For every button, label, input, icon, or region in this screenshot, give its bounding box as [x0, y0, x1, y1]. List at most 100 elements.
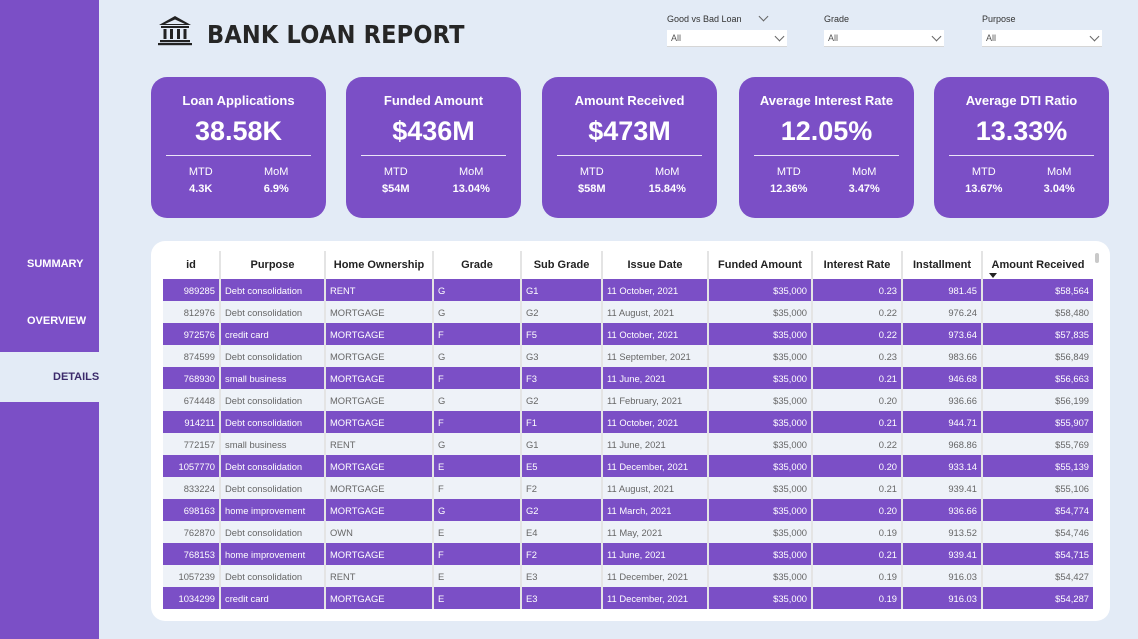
- cell-issue-date: 11 October, 2021: [603, 323, 709, 345]
- cell-amount-received: $56,849: [983, 345, 1093, 367]
- sidebar-item-summary[interactable]: SUMMARY: [0, 239, 99, 289]
- table-row[interactable]: 812976 Debt consolidation MORTGAGE G G2 11 Au…: [163, 301, 1093, 323]
- cell-id: 772157: [163, 433, 221, 455]
- column-header-label: Amount Received: [991, 259, 1085, 271]
- table-row[interactable]: 833224 Debt consolidation MORTGAGE F F2 11 Au…: [163, 477, 1093, 499]
- cell-interest-rate: 0.20: [813, 499, 903, 521]
- table-row[interactable]: 1057770 Debt consolidation MORTGAGE E E5 11 D…: [163, 455, 1093, 477]
- column-header-installment[interactable]: Installment: [903, 251, 983, 279]
- kpi-mom-value: 6.9%: [263, 183, 289, 195]
- column-header-interest-rate[interactable]: Interest Rate: [813, 251, 903, 279]
- cell-interest-rate: 0.22: [813, 301, 903, 323]
- cell-sub-grade: G1: [522, 279, 603, 301]
- grade-select[interactable]: All: [824, 30, 944, 47]
- cell-amount-received: $54,715: [983, 543, 1093, 565]
- cell-interest-rate: 0.20: [813, 455, 903, 477]
- column-header-amount-received[interactable]: Amount Received: [983, 251, 1093, 279]
- kpi-mtd-label: MTD: [971, 166, 996, 178]
- cell-installment: 976.24: [903, 301, 983, 323]
- filter-value: All: [828, 33, 839, 43]
- cell-purpose: Debt consolidation: [221, 455, 326, 477]
- table-row[interactable]: 914211 Debt consolidation MORTGAGE F F1 11 Oc…: [163, 411, 1093, 433]
- table-row[interactable]: 972576 credit card MORTGAGE F F5 11 October, …: [163, 323, 1093, 345]
- good-vs-bad-loan-select[interactable]: All: [667, 30, 787, 47]
- kpi-card-average-dti-ratio: Average DTI Ratio 13.33% MTD 13.67% MoM 3.…: [934, 77, 1109, 218]
- cell-id: 768153: [163, 543, 221, 565]
- cell-grade: G: [434, 499, 522, 521]
- cell-grade: F: [434, 323, 522, 345]
- column-header-home-ownership[interactable]: Home Ownership: [326, 251, 434, 279]
- cell-home-ownership: MORTGAGE: [326, 477, 434, 499]
- table-row[interactable]: 674448 Debt consolidation MORTGAGE G G2 11 Fe…: [163, 389, 1093, 411]
- cell-id: 833224: [163, 477, 221, 499]
- table-row[interactable]: 874599 Debt consolidation MORTGAGE G G3 11 Se…: [163, 345, 1093, 367]
- kpi-mom-value: 15.84%: [648, 183, 686, 195]
- cell-sub-grade: F3: [522, 367, 603, 389]
- cell-funded-amount: $35,000: [709, 411, 813, 433]
- cell-home-ownership: MORTGAGE: [326, 587, 434, 609]
- cell-purpose: credit card: [221, 587, 326, 609]
- cell-sub-grade: E3: [522, 587, 603, 609]
- cell-funded-amount: $35,000: [709, 433, 813, 455]
- chevron-down-icon[interactable]: [758, 11, 769, 21]
- purpose-select[interactable]: All: [982, 30, 1102, 47]
- cell-id: 698163: [163, 499, 221, 521]
- filter-grade: Grade All: [824, 12, 944, 47]
- cell-grade: F: [434, 477, 522, 499]
- cell-interest-rate: 0.21: [813, 411, 903, 433]
- cell-id: 874599: [163, 345, 221, 367]
- cell-amount-received: $54,774: [983, 499, 1093, 521]
- kpi-value: $473M: [588, 116, 671, 146]
- kpi-title: Amount Received: [574, 93, 685, 108]
- cell-home-ownership: MORTGAGE: [326, 455, 434, 477]
- cell-home-ownership: RENT: [326, 565, 434, 587]
- column-header-sub-grade[interactable]: Sub Grade: [522, 251, 603, 279]
- cell-amount-received: $55,769: [983, 433, 1093, 455]
- cell-installment: 973.64: [903, 323, 983, 345]
- column-header-grade[interactable]: Grade: [434, 251, 522, 279]
- column-header-funded-amount[interactable]: Funded Amount: [709, 251, 813, 279]
- cell-purpose: Debt consolidation: [221, 411, 326, 433]
- cell-issue-date: 11 August, 2021: [603, 477, 709, 499]
- cell-purpose: Debt consolidation: [221, 345, 326, 367]
- cell-purpose: Debt consolidation: [221, 521, 326, 543]
- sidebar-item-overview[interactable]: OVERVIEW: [0, 296, 99, 346]
- table-row[interactable]: 768153 home improvement MORTGAGE F F2 11 June…: [163, 543, 1093, 565]
- cell-funded-amount: $35,000: [709, 477, 813, 499]
- table-row[interactable]: 989285 Debt consolidation RENT G G1 11 Octobe…: [163, 279, 1093, 301]
- cell-purpose: Debt consolidation: [221, 389, 326, 411]
- cell-id: 674448: [163, 389, 221, 411]
- kpi-value: 38.58K: [194, 116, 283, 146]
- cell-interest-rate: 0.20: [813, 389, 903, 411]
- column-header-id[interactable]: id: [163, 251, 221, 279]
- loan-details-panel: id Purpose Home Ownership Grade Sub Grad…: [151, 241, 1110, 621]
- table-row[interactable]: 768930 small business MORTGAGE F F3 11 June, …: [163, 367, 1093, 389]
- table-row[interactable]: 772157 small business RENT G G1 11 June, 2021…: [163, 433, 1093, 455]
- vertical-scrollbar[interactable]: [1095, 253, 1099, 263]
- cell-purpose: Debt consolidation: [221, 477, 326, 499]
- table-row[interactable]: 698163 home improvement MORTGAGE G G2 11 Marc…: [163, 499, 1093, 521]
- kpi-title: Average DTI Ratio: [965, 93, 1078, 108]
- column-header-purpose[interactable]: Purpose: [221, 251, 326, 279]
- cell-installment: 946.68: [903, 367, 983, 389]
- kpi-value: $436M: [392, 116, 475, 146]
- kpi-mom-label: MoM: [264, 166, 289, 178]
- table-row[interactable]: 762870 Debt consolidation OWN E E4 11 May, 20…: [163, 521, 1093, 543]
- cell-issue-date: 11 December, 2021: [603, 565, 709, 587]
- cell-funded-amount: $35,000: [709, 543, 813, 565]
- sidebar-item-details[interactable]: DETAILS: [0, 352, 99, 402]
- cell-amount-received: $58,564: [983, 279, 1093, 301]
- cell-sub-grade: F2: [522, 543, 603, 565]
- kpi-mom-value: 13.04%: [452, 183, 490, 195]
- cell-purpose: home improvement: [221, 499, 326, 521]
- cell-grade: F: [434, 367, 522, 389]
- table-row[interactable]: 1034299 credit card MORTGAGE E E3 11 December…: [163, 587, 1093, 609]
- cell-home-ownership: RENT: [326, 433, 434, 455]
- table-row[interactable]: 1057239 Debt consolidation RENT E E3 11 Decem…: [163, 565, 1093, 587]
- cell-amount-received: $55,907: [983, 411, 1093, 433]
- cell-funded-amount: $35,000: [709, 279, 813, 301]
- column-header-issue-date[interactable]: Issue Date: [603, 251, 709, 279]
- kpi-mtd-value: 4.3K: [189, 183, 213, 195]
- kpi-title: Average Interest Rate: [759, 93, 894, 108]
- cell-issue-date: 11 August, 2021: [603, 301, 709, 323]
